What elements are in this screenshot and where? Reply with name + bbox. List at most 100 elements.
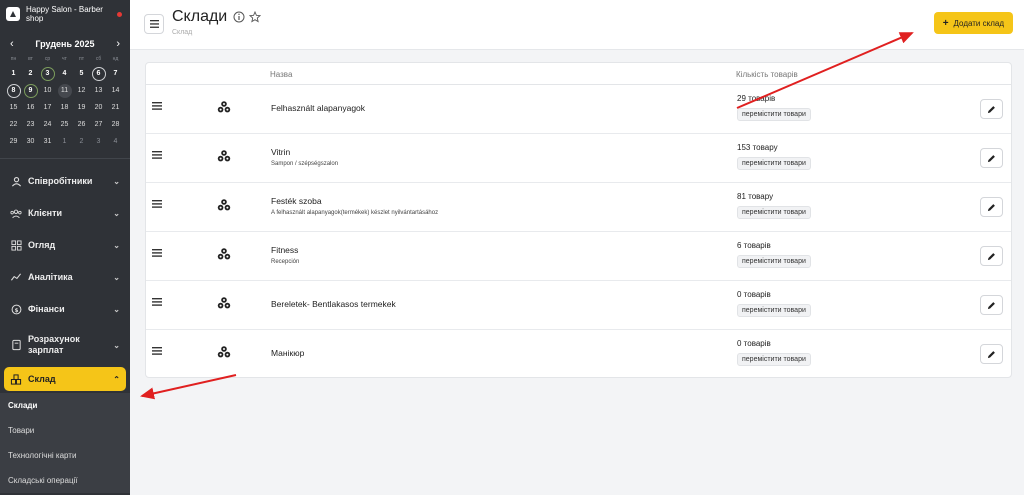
calendar-day[interactable]: 8 — [5, 82, 22, 99]
weekday: нд — [112, 56, 119, 62]
edit-button[interactable] — [980, 197, 1003, 217]
calendar-day[interactable]: 2 — [73, 133, 90, 150]
chevron-down-icon: ⌄ — [113, 272, 120, 282]
sidebar-item-label: Співробітники — [28, 175, 93, 186]
menu-toggle-button[interactable] — [144, 14, 164, 34]
move-products-button[interactable]: перемістити товари — [737, 353, 811, 366]
calendar-day[interactable]: 27 — [90, 116, 107, 133]
move-products-button[interactable]: перемістити товари — [737, 304, 811, 317]
submenu-item-operations[interactable]: Складські операції — [0, 468, 130, 493]
calendar-day[interactable]: 25 — [56, 116, 73, 133]
calendar-day-number: 29 — [9, 138, 18, 145]
submenu-item-products[interactable]: Товари — [0, 418, 130, 443]
table-row: Festék szoba A felhasznált alapanyagok(te… — [146, 183, 1011, 232]
calendar-day[interactable]: 12 — [73, 82, 90, 99]
calendar-day-number: 16 — [26, 104, 35, 111]
info-icon[interactable] — [233, 11, 245, 23]
move-products-button[interactable]: перемістити товари — [737, 206, 811, 219]
qty-cell: 153 товару перемістити товари — [737, 143, 811, 170]
calendar-day-number: 7 — [113, 70, 118, 77]
calendar-day-number: 18 — [60, 104, 69, 111]
calendar-day[interactable]: 23 — [22, 116, 39, 133]
drag-handle-icon[interactable] — [152, 298, 162, 306]
warehouse-icon — [10, 373, 22, 385]
edit-button[interactable] — [980, 295, 1003, 315]
edit-button[interactable] — [980, 344, 1003, 364]
calendar-day[interactable]: 4 — [107, 133, 124, 150]
calendar-day-number: 30 — [26, 138, 35, 145]
calendar-day[interactable]: 2 — [22, 65, 39, 82]
calendar-day[interactable]: 6 — [90, 65, 107, 82]
calendar-day[interactable]: 11 — [56, 82, 73, 99]
sidebar-item-payroll[interactable]: Розрахунок зарплат ⌄ — [0, 325, 130, 365]
calendar-day[interactable]: 31 — [39, 133, 56, 150]
calendar-day-number: 24 — [43, 121, 52, 128]
calendar-day[interactable]: 30 — [22, 133, 39, 150]
calendar-day-number: 1 — [62, 138, 67, 145]
drag-handle-icon[interactable] — [152, 200, 162, 208]
sidebar-item-finance[interactable]: $ Фінанси ⌄ — [0, 293, 130, 325]
edit-button[interactable] — [980, 246, 1003, 266]
add-warehouse-button[interactable]: + Додати склад — [933, 12, 1013, 34]
edit-button[interactable] — [980, 99, 1003, 119]
calendar-day[interactable]: 5 — [73, 65, 90, 82]
calendar-day[interactable]: 10 — [39, 82, 56, 99]
calendar-day[interactable]: 1 — [56, 133, 73, 150]
calendar-day[interactable]: 19 — [73, 99, 90, 116]
breadcrumb[interactable]: Склад — [172, 29, 192, 36]
calendar-day[interactable]: 29 — [5, 133, 22, 150]
calendar-day[interactable]: 26 — [73, 116, 90, 133]
sidebar-item-overview[interactable]: Огляд ⌄ — [0, 229, 130, 261]
calendar-day[interactable]: 3 — [90, 133, 107, 150]
calendar-day[interactable]: 24 — [39, 116, 56, 133]
sidebar-item-warehouse[interactable]: Склад ⌃ — [4, 367, 126, 391]
calendar-day[interactable]: 17 — [39, 99, 56, 116]
calendar-day[interactable]: 1 — [5, 65, 22, 82]
pencil-icon — [987, 252, 995, 260]
calendar-day[interactable]: 20 — [90, 99, 107, 116]
drag-handle-icon[interactable] — [152, 347, 162, 355]
move-products-button[interactable]: перемістити товари — [737, 108, 811, 121]
sidebar-item-analytics[interactable]: Аналітика ⌄ — [0, 261, 130, 293]
drag-handle-icon[interactable] — [152, 151, 162, 159]
calendar-day-number: 19 — [77, 104, 86, 111]
calendar-day-number: 23 — [26, 121, 35, 128]
submenu-item-tech-cards[interactable]: Технологічні карти — [0, 443, 130, 468]
sidebar-item-label: Склад — [28, 373, 56, 384]
move-products-button[interactable]: перемістити товари — [737, 157, 811, 170]
calendar-day[interactable]: 15 — [5, 99, 22, 116]
calendar-day-number: 5 — [79, 70, 84, 77]
sidebar-item-label: Розрахунок зарплат — [28, 334, 80, 355]
star-icon[interactable] — [249, 11, 261, 23]
calendar-day[interactable]: 9 — [22, 82, 39, 99]
sidebar-item-employees[interactable]: Співробітники ⌄ — [0, 165, 130, 197]
submenu-item-warehouses[interactable]: Склади — [0, 393, 130, 418]
move-products-button[interactable]: перемістити товари — [737, 255, 811, 268]
prev-month-icon[interactable]: ‹ — [10, 38, 14, 50]
add-warehouse-label: Додати склад — [953, 18, 1004, 28]
weekday: пн — [10, 56, 17, 62]
chart-line-icon — [10, 271, 22, 283]
sidebar-item-clients[interactable]: Клієнти ⌄ — [0, 197, 130, 229]
calendar-day-number: 4 — [62, 70, 67, 77]
calendar-day[interactable]: 16 — [22, 99, 39, 116]
warehouse-name-cell: Felhasznált alapanyagok — [271, 103, 365, 113]
brand[interactable]: Happy Salon - Barber shop — [0, 0, 130, 28]
warehouse-name: Fitness — [271, 245, 299, 255]
edit-button[interactable] — [980, 148, 1003, 168]
drag-handle-icon[interactable] — [152, 102, 162, 110]
warehouse-name: Манікюр — [271, 348, 305, 358]
calendar-day[interactable]: 18 — [56, 99, 73, 116]
next-month-icon[interactable]: › — [116, 38, 120, 50]
calendar-day[interactable]: 28 — [107, 116, 124, 133]
calendar-day[interactable]: 21 — [107, 99, 124, 116]
calendar-day[interactable]: 13 — [90, 82, 107, 99]
drag-handle-icon[interactable] — [152, 249, 162, 257]
calendar-day[interactable]: 4 — [56, 65, 73, 82]
calendar-day[interactable]: 14 — [107, 82, 124, 99]
brand-name: Happy Salon - Barber shop — [26, 5, 103, 23]
calendar-day[interactable]: 22 — [5, 116, 22, 133]
calendar-day[interactable]: 3 — [39, 65, 56, 82]
warehouse-name: Festék szoba — [271, 196, 322, 206]
calendar-day[interactable]: 7 — [107, 65, 124, 82]
